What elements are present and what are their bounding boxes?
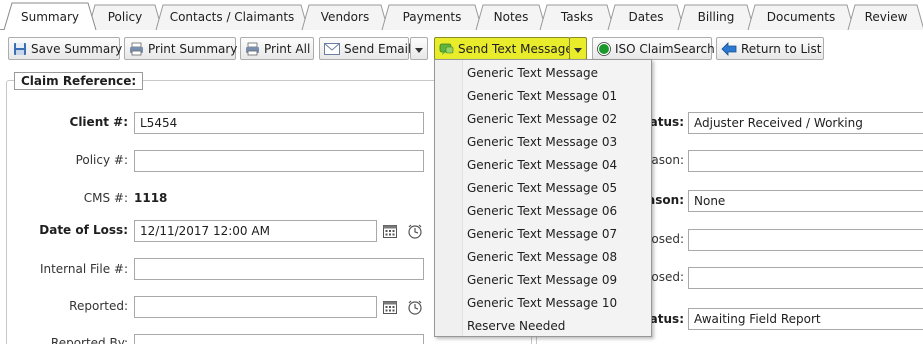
send-text-message-menu: Generic Text Message Generic Text Messag… [434, 59, 652, 337]
menu-item[interactable]: Generic Text Message 09 [467, 269, 617, 291]
tab-label: Dates [628, 10, 664, 24]
clock-icon[interactable] [406, 222, 424, 240]
policy-number-label: Policy #: [75, 153, 128, 167]
menu-item[interactable]: Generic Text Message 10 [467, 292, 617, 314]
reason-field[interactable] [688, 150, 923, 172]
closed-label: losed: [648, 270, 684, 284]
closed-field[interactable] [688, 229, 923, 251]
tab-billing[interactable]: Billing [677, 4, 755, 31]
menu-item[interactable]: Generic Text Message 04 [467, 154, 617, 176]
print-all-label: Print All [264, 41, 311, 56]
reported-field[interactable] [134, 296, 377, 318]
date-of-loss-field[interactable]: 12/11/2017 12:00 AM [134, 220, 377, 242]
green-circle-icon [597, 41, 611, 56]
send-email-label: Send Email [344, 41, 412, 56]
print-all-button[interactable]: Print All [240, 37, 314, 60]
menu-icon-strip [435, 60, 463, 336]
arrow-left-icon [721, 41, 737, 56]
reported-label: Reported: [69, 299, 128, 313]
menu-item[interactable]: Generic Text Message 02 [467, 108, 617, 130]
calendar-icon[interactable] [381, 298, 399, 316]
tab-dates[interactable]: Dates [607, 4, 685, 31]
status-value: Awaiting Field Report [694, 312, 821, 326]
printer-icon [245, 42, 260, 56]
tab-label: Payments [402, 10, 462, 24]
send-text-message-dropdown[interactable] [569, 37, 587, 60]
tab-payments[interactable]: Payments [381, 4, 483, 31]
internal-file-label: Internal File #: [39, 262, 128, 276]
return-to-list-label: Return to List [741, 41, 822, 56]
menu-item[interactable]: Generic Text Message 07 [467, 223, 617, 245]
reason-value: None [694, 194, 726, 208]
tab-documents[interactable]: Documents [747, 4, 855, 31]
tab-vendors[interactable]: Vendors [301, 4, 389, 31]
send-text-message-label: Send Text Message [458, 41, 573, 56]
menu-item[interactable]: Generic Text Message 03 [467, 131, 617, 153]
chevron-down-icon [574, 42, 582, 56]
return-to-list-button[interactable]: Return to List [716, 37, 824, 60]
printer-icon [129, 42, 144, 56]
status-field[interactable]: Awaiting Field Report [688, 308, 923, 330]
calendar-icon[interactable] [381, 222, 399, 240]
tab-label: Summary [21, 10, 79, 24]
tab-strip: Summary Policy Contacts / Claimants Vend… [0, 0, 923, 31]
tab-label: Vendors [320, 10, 370, 24]
client-number-field[interactable]: L5454 [134, 112, 424, 134]
clock-icon[interactable] [406, 298, 424, 316]
message-icon [439, 42, 454, 56]
save-summary-label: Save Summary [31, 41, 123, 56]
policy-number-field[interactable] [134, 150, 424, 172]
status-field[interactable]: Adjuster Received / Working [688, 112, 923, 134]
tab-label: Notes [493, 10, 529, 24]
cms-number-value: 1118 [134, 191, 168, 205]
internal-file-field[interactable] [134, 258, 424, 280]
tab-notes[interactable]: Notes [475, 4, 547, 31]
status-value: Adjuster Received / Working [694, 116, 863, 130]
tab-tasks[interactable]: Tasks [539, 4, 615, 31]
tab-label: Policy [107, 10, 143, 24]
reason-field[interactable]: None [688, 190, 923, 212]
cms-number-label: CMS #: [83, 191, 128, 205]
send-text-message-button[interactable]: Send Text Message [434, 37, 573, 60]
print-summary-label: Print Summary [148, 41, 238, 56]
send-email-button[interactable]: Send Email [319, 37, 412, 60]
date-of-loss-value: 12/11/2017 12:00 AM [140, 224, 270, 238]
tab-summary[interactable]: Summary [3, 2, 97, 31]
iso-claimsearch-label: ISO ClaimSearch [615, 41, 715, 56]
menu-item[interactable]: Generic Text Message 01 [467, 85, 617, 107]
claim-reference-legend: Claim Reference: [14, 72, 144, 90]
menu-item[interactable]: Generic Text Message 06 [467, 200, 617, 222]
date-of-loss-label: Date of Loss: [39, 223, 128, 237]
chevron-down-icon [415, 42, 423, 56]
tab-review[interactable]: Review [847, 4, 923, 31]
menu-item[interactable]: Generic Text Message 08 [467, 246, 617, 268]
closed-label: losed: [648, 232, 684, 246]
send-email-dropdown[interactable] [410, 37, 428, 60]
print-summary-button[interactable]: Print Summary [124, 37, 238, 60]
envelope-icon [324, 42, 340, 56]
menu-item[interactable]: Reserve Needed [467, 315, 565, 337]
menu-item[interactable]: Generic Text Message [467, 62, 598, 84]
tab-contacts-claimants[interactable]: Contacts / Claimants [155, 4, 309, 31]
tab-label: Contacts / Claimants [169, 10, 295, 24]
tab-label: Tasks [560, 10, 594, 24]
reported-by-label: Reported By: [50, 336, 128, 344]
tab-label: Review [864, 10, 908, 24]
menu-item[interactable]: Generic Text Message 05 [467, 177, 617, 199]
client-number-label: Client #: [69, 115, 128, 129]
tab-policy[interactable]: Policy [87, 4, 163, 31]
save-summary-button[interactable]: Save Summary [8, 37, 123, 60]
client-number-value: L5454 [140, 116, 178, 130]
closed-field[interactable] [688, 267, 923, 289]
save-icon [13, 42, 27, 56]
tab-label: Billing [697, 10, 735, 24]
iso-claimsearch-button[interactable]: ISO ClaimSearch [592, 37, 715, 60]
reported-by-field[interactable] [134, 334, 424, 344]
tab-label: Documents [766, 10, 836, 24]
